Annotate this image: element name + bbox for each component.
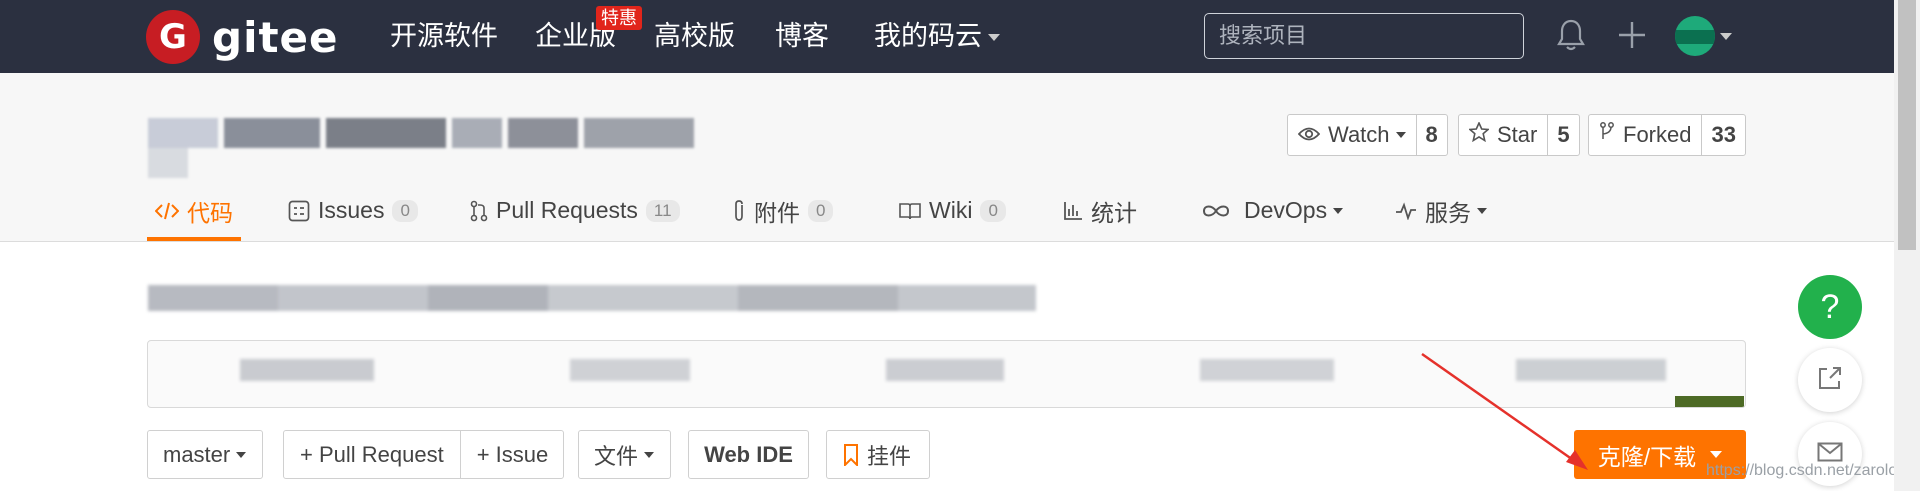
share-icon <box>1817 365 1843 396</box>
tab-issues-count: 0 <box>392 199 418 222</box>
forked-label: Forked <box>1623 122 1692 147</box>
summary-item-redacted <box>240 359 374 381</box>
file-menu-button[interactable]: 文件 <box>578 430 671 479</box>
tab-statistics[interactable]: 统计 <box>1063 180 1137 241</box>
enterprise-promo-badge: 特惠 <box>596 6 642 30</box>
search-input[interactable] <box>1204 13 1524 59</box>
gitee-logo[interactable]: G gitee <box>146 10 339 64</box>
tab-code-label: 代码 <box>187 199 233 226</box>
pull-request-icon <box>470 200 488 222</box>
project-title-redacted <box>148 118 738 178</box>
chevron-down-icon <box>644 451 655 458</box>
share-button[interactable] <box>1798 348 1862 412</box>
watermark-text: https://blog.csdn.net/zarolord <box>1706 462 1912 479</box>
nav-open-source[interactable]: 开源软件 <box>390 18 498 54</box>
chevron-down-icon <box>988 34 1000 42</box>
web-ide-button[interactable]: Web IDE <box>688 430 809 479</box>
star-button[interactable]: Star <box>1459 115 1549 155</box>
language-bar-segment <box>1675 396 1744 407</box>
pr-issue-button-group: + Pull Request + Issue <box>283 430 564 479</box>
star-label: Star <box>1497 122 1538 147</box>
tab-pull-requests-label: Pull Requests <box>496 197 638 223</box>
star-button-group[interactable]: Star 5 <box>1458 114 1580 156</box>
fork-button-group[interactable]: Forked 33 <box>1588 114 1746 156</box>
tab-services-label: 服务 <box>1425 199 1471 226</box>
tab-pull-requests[interactable]: Pull Requests 11 <box>470 180 680 241</box>
branch-select[interactable]: master <box>147 430 263 479</box>
star-count[interactable]: 5 <box>1548 115 1578 155</box>
summary-item-redacted <box>570 359 690 381</box>
tab-devops[interactable]: DevOps <box>1202 180 1344 241</box>
new-pull-request-button[interactable]: + Pull Request <box>284 442 460 468</box>
book-icon <box>899 202 921 220</box>
tab-wiki[interactable]: Wiki 0 <box>899 180 1006 241</box>
project-header: Watch 8 Star 5 Forked 33 代码 Issues 0 Pul… <box>0 73 1894 242</box>
question-icon: ? <box>1820 287 1840 326</box>
tab-services[interactable]: 服务 <box>1395 180 1487 241</box>
scrollbar-thumb[interactable] <box>1898 0 1916 250</box>
file-menu-label: 文件 <box>594 443 639 469</box>
chevron-down-icon <box>1710 451 1723 458</box>
chevron-down-icon <box>1477 207 1487 214</box>
tab-attachments-label: 附件 <box>754 199 800 226</box>
avatar-chevron-down-icon[interactable] <box>1720 33 1732 40</box>
summary-item-redacted <box>886 359 1004 381</box>
tab-issues-label: Issues <box>318 197 385 223</box>
nav-my-gitee[interactable]: 我的码云 <box>874 18 1000 54</box>
plus-icon[interactable] <box>1616 18 1648 57</box>
widget-button[interactable]: 挂件 <box>826 430 930 479</box>
watch-label: Watch <box>1328 122 1390 147</box>
bell-icon[interactable] <box>1556 18 1586 57</box>
tab-code[interactable]: 代码 <box>155 180 233 241</box>
summary-item-redacted <box>1516 359 1666 381</box>
tab-issues[interactable]: Issues 0 <box>288 180 418 241</box>
gitee-logo-badge: G <box>146 10 200 64</box>
new-issue-button[interactable]: + Issue <box>461 442 565 468</box>
tab-wiki-label: Wiki <box>929 197 973 223</box>
chevron-down-icon <box>1333 207 1344 214</box>
help-button[interactable]: ? <box>1798 275 1862 339</box>
active-tab-indicator <box>147 237 241 241</box>
repo-summary-bar <box>147 340 1746 408</box>
watch-button[interactable]: Watch <box>1288 115 1417 155</box>
forked-count[interactable]: 33 <box>1702 115 1744 155</box>
nav-my-gitee-label: 我的码云 <box>874 21 982 51</box>
top-navigation-bar: G gitee 开源软件 企业版 特惠 高校版 博客 我的码云 <box>0 0 1894 73</box>
avatar[interactable] <box>1675 16 1715 56</box>
clone-download-label: 克隆/下载 <box>1597 443 1697 470</box>
code-icon <box>155 202 179 220</box>
project-description-redacted <box>148 285 1036 315</box>
chevron-down-icon <box>1395 132 1406 138</box>
tab-wiki-count: 0 <box>980 199 1006 222</box>
eye-icon <box>1297 122 1321 148</box>
branch-label: master <box>163 441 231 467</box>
star-icon <box>1468 121 1490 148</box>
bar-chart-icon <box>1063 201 1083 221</box>
tab-attachments-count: 0 <box>808 199 834 222</box>
watch-button-group[interactable]: Watch 8 <box>1287 114 1448 156</box>
pulse-icon <box>1395 201 1417 220</box>
summary-item-redacted <box>1200 359 1334 381</box>
nav-blog[interactable]: 博客 <box>775 18 829 54</box>
gitee-logo-text: gitee <box>212 12 339 62</box>
tab-attachments[interactable]: 附件 0 <box>732 180 834 241</box>
fork-button[interactable]: Forked <box>1589 115 1703 155</box>
infinity-icon <box>1202 203 1230 219</box>
issues-icon <box>288 200 310 222</box>
bookmark-icon <box>843 443 859 466</box>
tab-pull-requests-count: 11 <box>645 199 680 222</box>
chevron-down-icon <box>236 451 247 458</box>
widget-label: 挂件 <box>867 443 912 469</box>
page-scrollbar[interactable] <box>1894 0 1920 491</box>
tab-devops-label: DevOps <box>1244 197 1328 223</box>
watch-count[interactable]: 8 <box>1417 115 1447 155</box>
fork-icon <box>1599 122 1615 148</box>
nav-education[interactable]: 高校版 <box>654 18 735 54</box>
tab-statistics-label: 统计 <box>1091 199 1137 226</box>
paperclip-icon <box>732 199 746 223</box>
